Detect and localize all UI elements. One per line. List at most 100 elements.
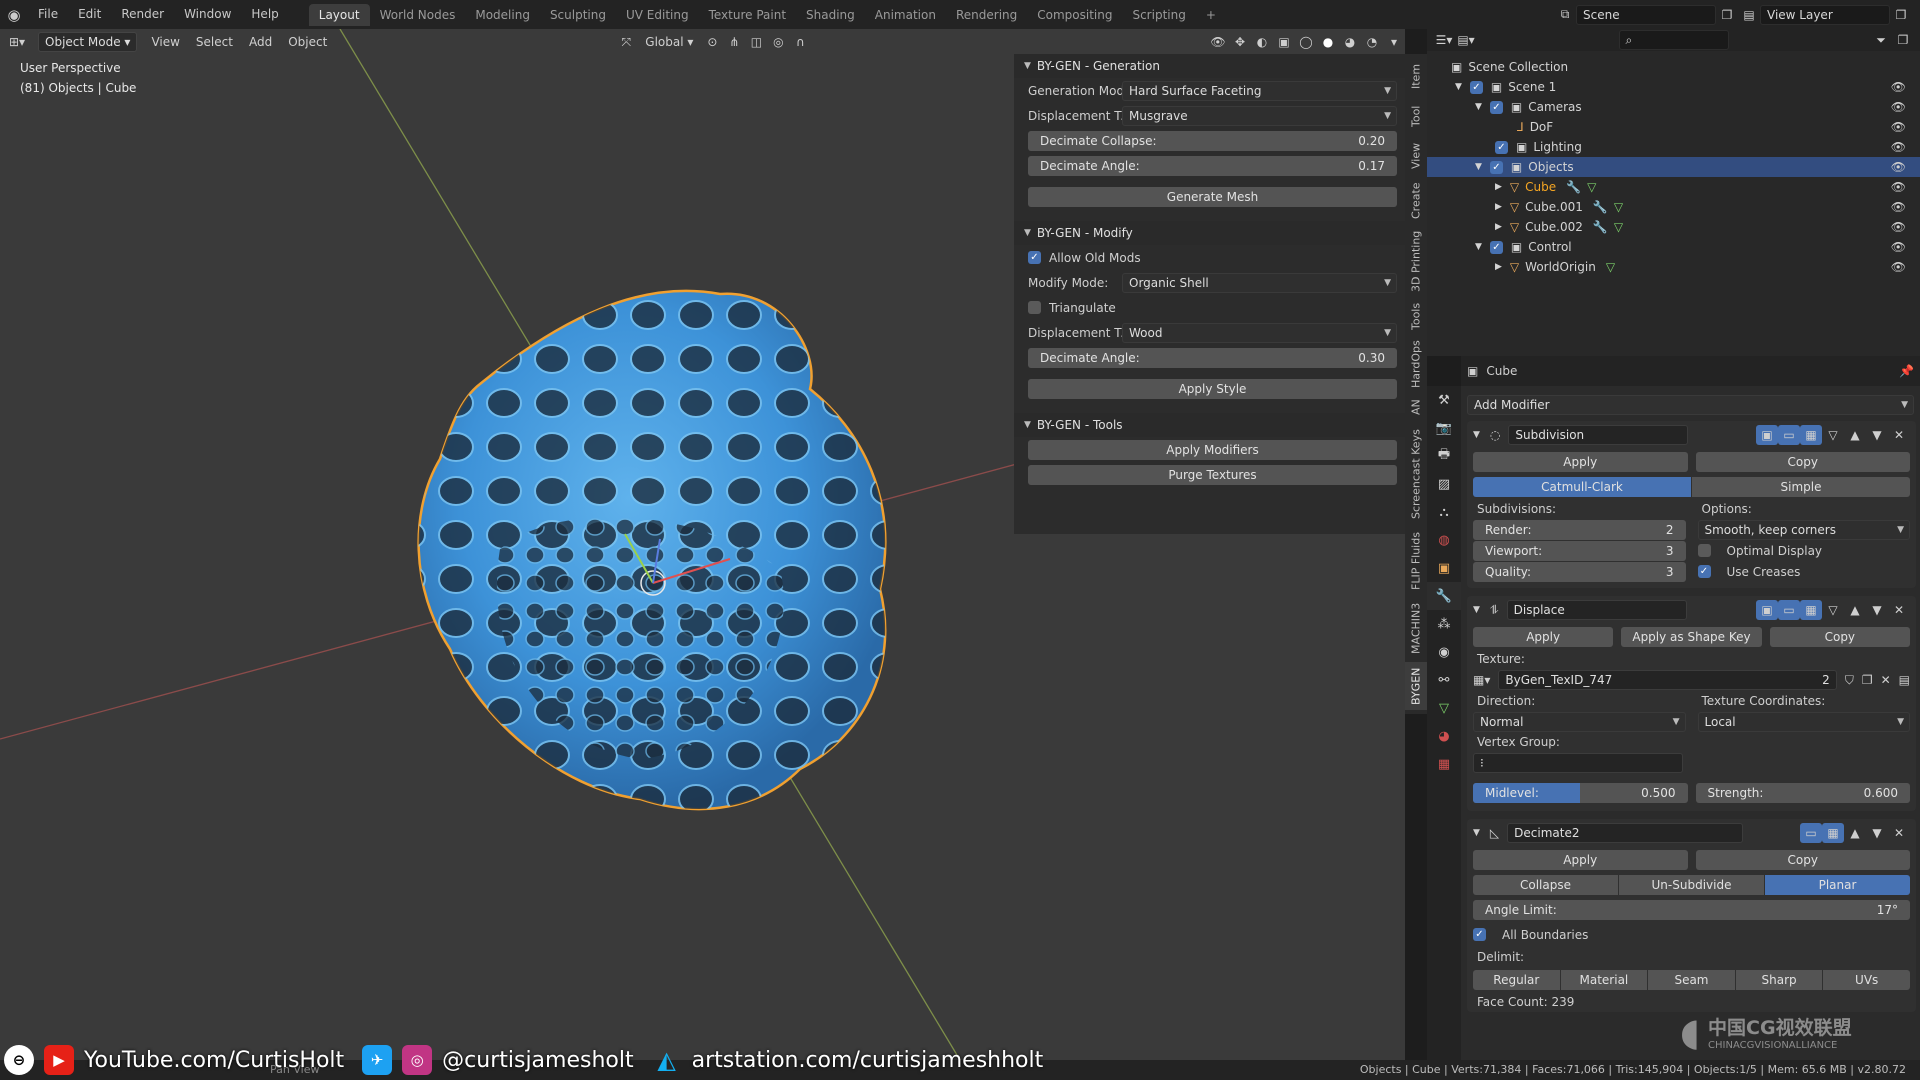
visibility-icon[interactable]: 👁 xyxy=(1207,32,1229,52)
shading-options-icon[interactable]: ▾ xyxy=(1383,32,1405,52)
texcoords-dropdown[interactable]: Local ▼ xyxy=(1697,711,1910,732)
view-layer-icon[interactable]: ▤ xyxy=(1738,5,1760,25)
tab-sculpting[interactable]: Sculpting xyxy=(540,4,616,26)
outliner-row-cube[interactable]: ▶ ▽ Cube 🔧 ▽ 👁 xyxy=(1427,177,1920,197)
quality-field[interactable]: Quality: 3 xyxy=(1473,561,1686,582)
editmode-toggle-icon[interactable]: ▣ xyxy=(1756,425,1778,445)
eye-icon[interactable]: 👁 xyxy=(1891,120,1906,134)
scene-icon[interactable]: ⧉ xyxy=(1554,5,1576,25)
browse-icon[interactable]: ▤ xyxy=(1899,673,1910,687)
wrench-icon[interactable]: 🔧 xyxy=(1593,220,1608,234)
render-properties-icon[interactable]: 📷 xyxy=(1427,414,1461,442)
vtab-3d-printing[interactable]: 3D Printing xyxy=(1405,228,1427,294)
subdivision-copy-button[interactable]: Copy xyxy=(1695,451,1910,472)
panel-modify-header[interactable]: ▼ BY-GEN - Modify xyxy=(1014,221,1405,245)
outliner-row-cube002[interactable]: ▶ ▽ Cube.002 🔧 ▽ 👁 xyxy=(1427,217,1920,237)
cage-toggle-icon[interactable]: ▽ xyxy=(1822,600,1844,620)
world-properties-icon[interactable]: ◍ xyxy=(1427,526,1461,554)
delimit-material-button[interactable]: Material xyxy=(1560,969,1648,990)
mod-decimate-angle-slider[interactable]: Decimate Angle: 0.30 xyxy=(1028,347,1397,368)
planar-mode-button[interactable]: Planar xyxy=(1765,874,1910,895)
eye-icon[interactable]: 👁 xyxy=(1891,240,1906,254)
tab-animation[interactable]: Animation xyxy=(865,4,946,26)
expand-icon[interactable]: ▶ xyxy=(1495,182,1502,192)
vtab-machin3[interactable]: MACHIN3 xyxy=(1405,598,1427,658)
apply-shape-key-button[interactable]: Apply as Shape Key xyxy=(1621,626,1762,647)
tab-world-nodes[interactable]: World Nodes xyxy=(370,4,466,26)
tab-compositing[interactable]: Compositing xyxy=(1027,4,1122,26)
delimit-seam-button[interactable]: Seam xyxy=(1648,969,1735,990)
move-up-icon[interactable]: ▲ xyxy=(1844,425,1866,445)
panel-generation-header[interactable]: ▼ BY-GEN - Generation xyxy=(1014,54,1405,78)
tab-uv-editing[interactable]: UV Editing xyxy=(616,4,699,26)
displace-name-field[interactable]: Displace xyxy=(1506,600,1687,620)
eye-icon[interactable]: 👁 xyxy=(1891,80,1906,94)
scene-field[interactable]: Scene xyxy=(1576,4,1716,25)
tab-layout[interactable]: Layout xyxy=(308,3,370,26)
pivot-icon[interactable]: ⊙ xyxy=(701,32,723,52)
menu-edit[interactable]: Edit xyxy=(68,0,111,29)
outliner-search-input[interactable]: ⌕ xyxy=(1618,30,1729,50)
falloff-icon[interactable]: ∩ xyxy=(789,32,811,52)
vtab-an[interactable]: AN xyxy=(1405,394,1427,420)
vtab-view[interactable]: View xyxy=(1405,138,1427,174)
output-properties-icon[interactable]: 🖶 xyxy=(1427,442,1461,470)
vtab-item[interactable]: Item xyxy=(1405,58,1427,94)
angle-limit-slider[interactable]: Angle Limit: 17° xyxy=(1473,899,1910,920)
data-properties-icon[interactable]: ▽ xyxy=(1427,694,1461,722)
proportional-edit-icon[interactable]: ◎ xyxy=(767,32,789,52)
vertex-group-field[interactable]: ⁝ xyxy=(1473,753,1683,773)
vtab-flip-fluids[interactable]: FLIP Fluids xyxy=(1405,528,1427,594)
decimate-copy-button[interactable]: Copy xyxy=(1695,849,1910,870)
outliner-row-objects[interactable]: ▼ ✓ ▣ Objects 👁 xyxy=(1427,157,1920,177)
move-down-icon[interactable]: ▼ xyxy=(1866,600,1888,620)
checker-texture-icon[interactable]: ▦▾ xyxy=(1473,673,1490,687)
tab-rendering[interactable]: Rendering xyxy=(946,4,1027,26)
vtab-create[interactable]: Create xyxy=(1405,178,1427,224)
generate-mesh-button[interactable]: Generate Mesh xyxy=(1028,186,1397,207)
catmull-clark-button[interactable]: Catmull-Clark xyxy=(1473,476,1691,497)
view-layer-field[interactable]: View Layer xyxy=(1760,4,1890,25)
collapse-mode-button[interactable]: Collapse xyxy=(1473,874,1618,895)
vtab-tools[interactable]: Tools xyxy=(1405,298,1427,334)
editmode-toggle-icon[interactable]: ▣ xyxy=(1756,600,1778,620)
vtab-tool[interactable]: Tool xyxy=(1405,98,1427,134)
render-levels-field[interactable]: Render: 2 xyxy=(1473,519,1686,540)
duplicate-icon[interactable]: ❐ xyxy=(1862,673,1873,687)
outliner-row-worldorigin[interactable]: ▶ ▽ WorldOrigin ▽ 👁 xyxy=(1427,257,1920,277)
delimit-uvs-button[interactable]: UVs xyxy=(1823,969,1910,990)
expand-icon[interactable]: ▼ xyxy=(1475,162,1482,172)
transform-orientation-dropdown[interactable]: Global ▾ xyxy=(637,31,701,53)
outliner-row-cameras[interactable]: ▼ ✓ ▣ Cameras 👁 xyxy=(1427,97,1920,117)
outliner-row-cube001[interactable]: ▶ ▽ Cube.001 🔧 ▽ 👁 xyxy=(1427,197,1920,217)
solid-shading-icon[interactable]: ● xyxy=(1317,32,1339,52)
expand-icon[interactable]: ▶ xyxy=(1495,222,1502,232)
pin-icon[interactable]: 📌 xyxy=(1899,364,1914,378)
strength-slider[interactable]: Strength: 0.600 xyxy=(1695,782,1910,803)
close-icon[interactable]: ✕ xyxy=(1888,425,1910,445)
render-toggle-icon[interactable]: ▦ xyxy=(1800,425,1822,445)
delimit-sharp-button[interactable]: Sharp xyxy=(1735,969,1823,990)
tab-modeling[interactable]: Modeling xyxy=(465,4,540,26)
fake-user-icon[interactable]: ⛉ xyxy=(1845,673,1854,688)
include-checkbox[interactable]: ✓ xyxy=(1495,140,1508,154)
gen-disp-dropdown[interactable]: Musgrave ▼ xyxy=(1122,105,1397,126)
vtab-screencast-keys[interactable]: Screencast Keys xyxy=(1405,424,1427,524)
outliner-row-dof[interactable]: ⅃ DoF 👁 xyxy=(1427,117,1920,137)
eye-icon[interactable]: 👁 xyxy=(1891,220,1906,234)
optimal-display-checkbox[interactable] xyxy=(1697,544,1711,557)
viewport-levels-field[interactable]: Viewport: 3 xyxy=(1473,540,1686,561)
apply-style-button[interactable]: Apply Style xyxy=(1028,378,1397,399)
material-properties-icon[interactable]: ◕ xyxy=(1427,722,1461,750)
panel-tools-header[interactable]: ▼ BY-GEN - Tools xyxy=(1014,413,1405,437)
overlay-toggle-icon[interactable]: ◐ xyxy=(1251,32,1273,52)
mod-disp-dropdown[interactable]: Wood ▼ xyxy=(1122,322,1397,343)
gen-decimate-angle-slider[interactable]: Decimate Angle: 0.17 xyxy=(1028,155,1397,176)
snap-icon[interactable]: ⋔ xyxy=(723,32,745,52)
outliner-row-control[interactable]: ▼ ✓ ▣ Control 👁 xyxy=(1427,237,1920,257)
wireframe-shading-icon[interactable]: ◯ xyxy=(1295,32,1317,52)
eye-icon[interactable]: 👁 xyxy=(1891,160,1906,174)
render-toggle-icon[interactable]: ▦ xyxy=(1800,600,1822,620)
tab-texture-paint[interactable]: Texture Paint xyxy=(699,4,796,26)
rendered-shading-icon[interactable]: ◔ xyxy=(1361,32,1383,52)
